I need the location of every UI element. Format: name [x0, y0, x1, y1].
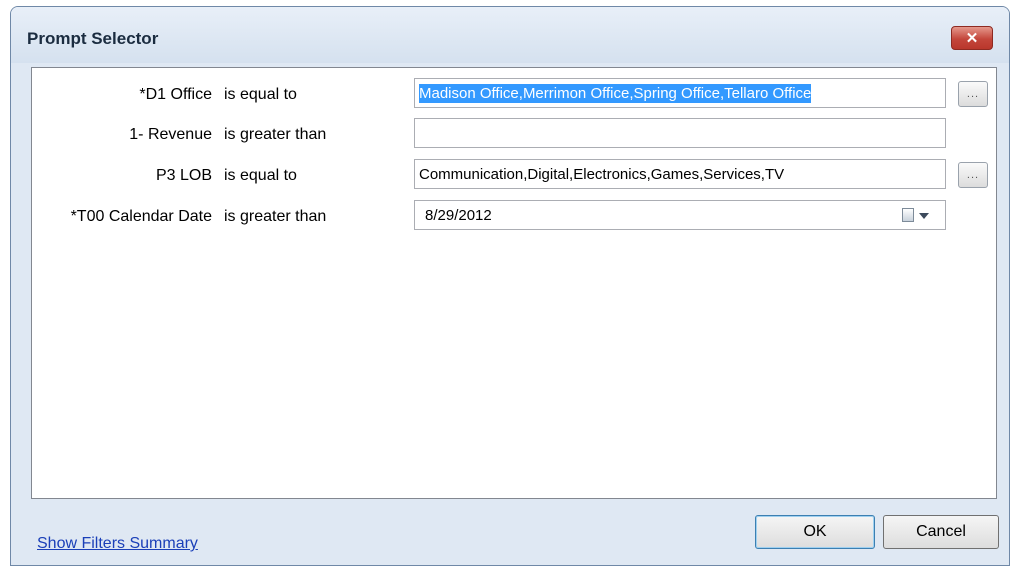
- prompt-operator-revenue: is greater than: [224, 126, 327, 143]
- close-button[interactable]: ✕: [951, 26, 993, 50]
- calendar-icon[interactable]: [902, 208, 914, 222]
- dialog-title: Prompt Selector: [27, 29, 159, 48]
- lob-browse-button[interactable]: ...: [958, 162, 988, 188]
- revenue-value-input[interactable]: [414, 118, 946, 148]
- ellipsis-icon: ...: [966, 88, 980, 100]
- lob-value-text: Communication,Digital,Electronics,Games,…: [419, 165, 785, 183]
- calendar-date-value: 8/29/2012: [425, 206, 492, 224]
- calendar-date-picker[interactable]: 8/29/2012: [414, 200, 946, 230]
- cancel-button[interactable]: Cancel: [883, 515, 999, 549]
- ellipsis-icon: ...: [966, 169, 980, 181]
- prompts-panel: *D1 Office is equal to Madison Office,Me…: [31, 67, 997, 499]
- chevron-down-icon[interactable]: [919, 213, 929, 219]
- prompt-operator-office: is equal to: [224, 86, 297, 103]
- prompt-name-revenue: 1- Revenue: [129, 126, 212, 143]
- office-value-text: Madison Office,Merrimon Office,Spring Of…: [419, 83, 812, 103]
- title-bar[interactable]: Prompt Selector ✕: [11, 7, 1009, 63]
- ok-button[interactable]: OK: [755, 515, 875, 549]
- prompt-selector-dialog: Prompt Selector ✕ *D1 Office is equal to…: [10, 6, 1010, 566]
- prompt-name-lob: P3 LOB: [155, 167, 212, 184]
- office-value-input[interactable]: Madison Office,Merrimon Office,Spring Of…: [414, 78, 946, 108]
- lob-value-input[interactable]: Communication,Digital,Electronics,Games,…: [414, 159, 946, 189]
- office-browse-button[interactable]: ...: [958, 81, 988, 107]
- prompt-operator-lob: is equal to: [224, 167, 297, 184]
- show-filters-summary-link[interactable]: Show Filters Summary: [37, 535, 198, 553]
- prompt-operator-calendar-date: is greater than: [224, 208, 327, 225]
- prompt-name-calendar-date: *T00 Calendar Date: [70, 208, 212, 225]
- close-icon: ✕: [965, 30, 979, 47]
- prompt-name-office: *D1 Office: [139, 86, 212, 103]
